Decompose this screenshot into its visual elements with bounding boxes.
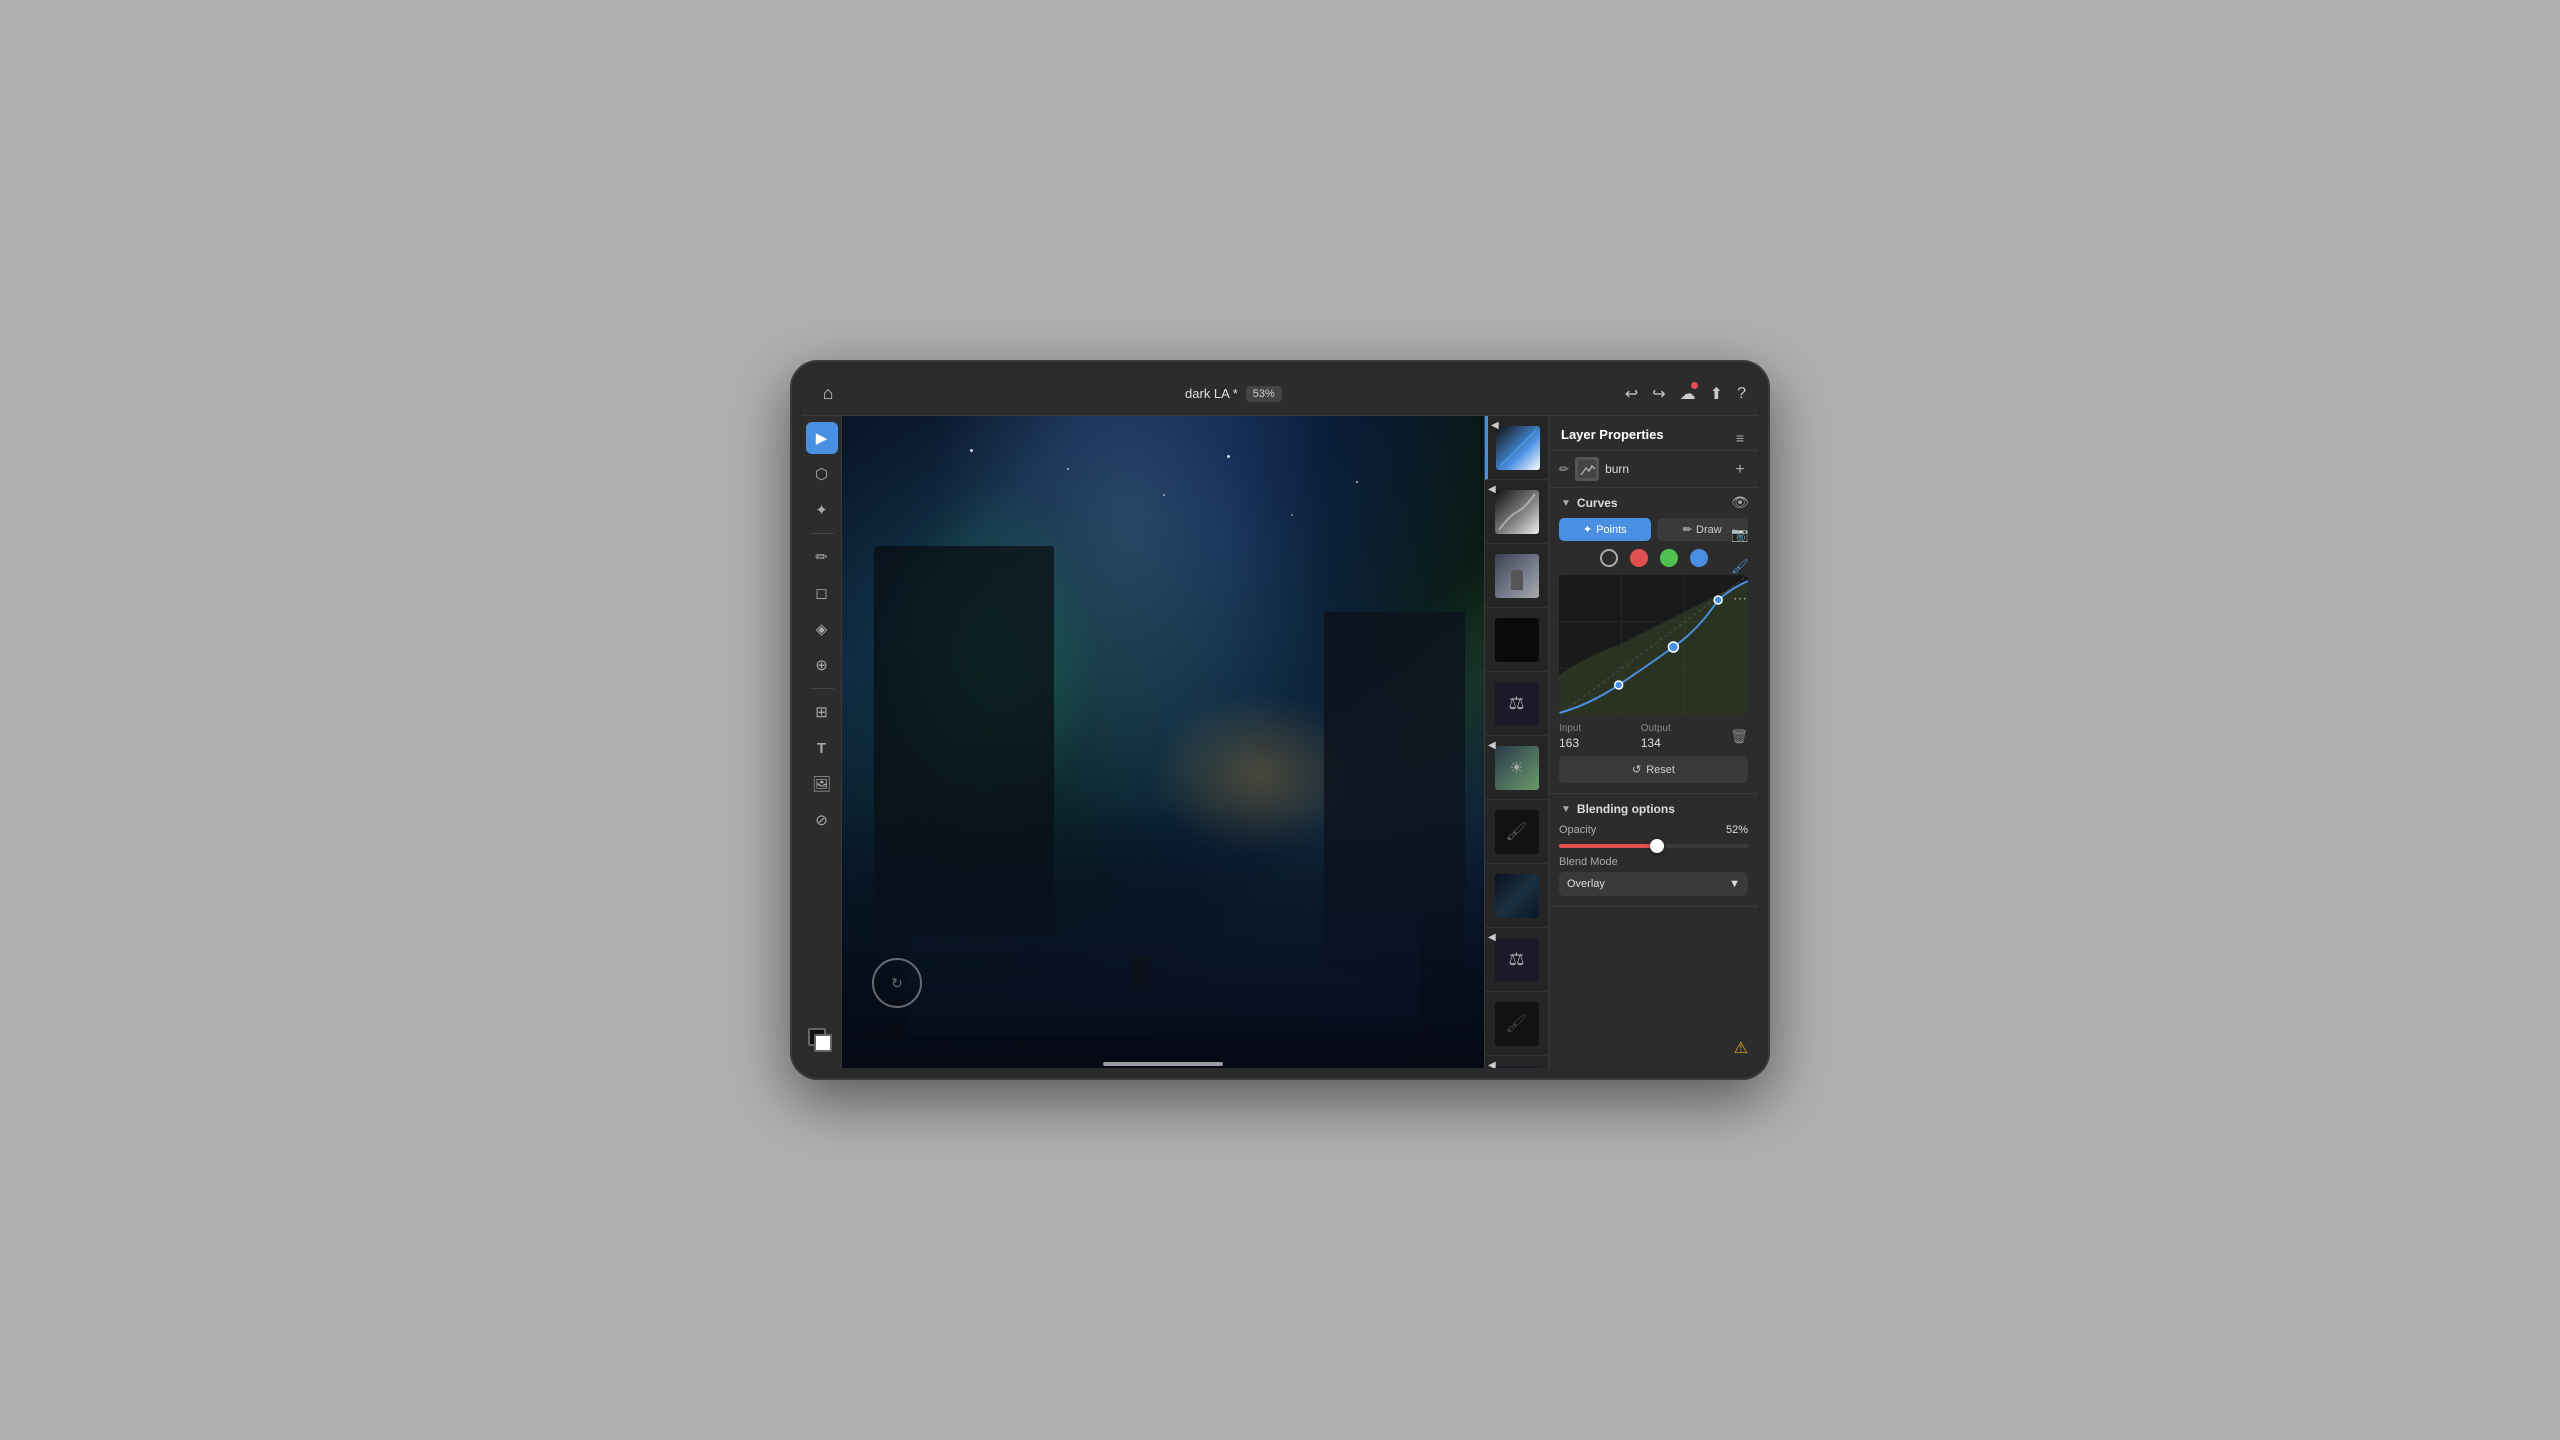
canvas-image (842, 416, 1484, 1068)
photo-btn[interactable]: 📷 (1726, 520, 1754, 548)
reset-icon: ↺ (1632, 763, 1641, 776)
layer-thumb-8[interactable] (1485, 864, 1548, 928)
layer-thumb-10[interactable]: 🖌 (1485, 992, 1548, 1056)
layer-thumb-7[interactable]: 🖌 (1485, 800, 1548, 864)
blend-section-content: Opacity 52% Blend Mode Overla (1549, 824, 1758, 906)
layer-thumb-3[interactable] (1485, 544, 1548, 608)
tool-image[interactable]: 🖼 (806, 768, 838, 800)
channel-green[interactable] (1660, 549, 1678, 567)
input-output-row: Input 163 Output 134 🗑 (1559, 723, 1748, 750)
tool-lasso[interactable]: ⬡ (806, 458, 838, 490)
help-button[interactable]: ? (1737, 385, 1746, 403)
notification-button[interactable]: ☁ (1680, 384, 1696, 404)
blending-section: ▼ Blending options Opacity 52% (1549, 794, 1758, 907)
curves-mode-buttons: ✦ Points ✏ Draw (1559, 518, 1748, 541)
blending-section-header[interactable]: ▼ Blending options (1549, 794, 1758, 824)
panel-title: Layer Properties (1561, 427, 1664, 442)
top-bar: ⌂ dark LA * 53% ↩ ↪ ☁ ⬆ ? (802, 372, 1758, 416)
layers-icon-btn[interactable]: ≡ (1726, 424, 1754, 452)
layer-thumb-11[interactable]: ◀ ☀ (1485, 1056, 1548, 1068)
layer-thumb-1[interactable]: ◀ (1485, 416, 1548, 480)
eye-btn[interactable]: 👁 (1726, 488, 1754, 516)
undo-button[interactable]: ↩ (1625, 384, 1638, 404)
layer-thumb-9[interactable]: ◀ ⚖ (1485, 928, 1548, 992)
tablet-frame: ⌂ dark LA * 53% ↩ ↪ ☁ ⬆ ? ▶ ⬡ ✦ ✏ (790, 360, 1770, 1080)
top-bar-center: dark LA * 53% (1185, 386, 1282, 402)
panel-side-icons: ≡ + 👁 📷 🖌 ⋯ (1722, 416, 1758, 620)
redo-button[interactable]: ↪ (1652, 384, 1665, 404)
curves-points-btn[interactable]: ✦ Points (1559, 518, 1651, 541)
opacity-row: Opacity 52% (1559, 824, 1748, 836)
tool-text[interactable]: T (806, 732, 838, 764)
paint-btn[interactable]: 🖌 (1726, 552, 1754, 580)
opacity-value: 52% (1726, 824, 1748, 836)
color-swatches[interactable] (806, 1026, 838, 1058)
layer-thumbnails: ◀ ◀ (1484, 416, 1548, 1068)
layer-thumb-2[interactable]: ◀ (1485, 480, 1548, 544)
blend-mode-select[interactable]: Overlay ▼ (1559, 872, 1748, 896)
curves-title: ▼ Curves (1561, 496, 1618, 510)
blend-mode-arrow: ▼ (1729, 878, 1740, 890)
delete-point-btn[interactable]: 🗑 (1730, 728, 1748, 745)
toolbar-divider (810, 533, 834, 534)
output-value: 134 (1641, 736, 1671, 750)
input-group: Input 163 (1559, 723, 1581, 750)
add-layer-btn[interactable]: + (1726, 456, 1754, 484)
tool-magic-wand[interactable]: ✦ (806, 494, 838, 526)
main-content: ▶ ⬡ ✦ ✏ ◻ ◈ ⊕ ⊞ T 🖼 ⊘ (802, 416, 1758, 1068)
opacity-slider[interactable] (1559, 844, 1748, 848)
channel-blue[interactable] (1690, 549, 1708, 567)
more-btn[interactable]: ⋯ (1726, 584, 1754, 612)
input-label: Input (1559, 723, 1581, 734)
opacity-thumb[interactable] (1650, 839, 1664, 853)
curves-graph[interactable] (1559, 575, 1748, 715)
layer-icon (1575, 457, 1599, 481)
channel-white[interactable] (1600, 549, 1618, 567)
zoom-level[interactable]: 53% (1246, 386, 1282, 402)
output-label: Output (1641, 723, 1671, 734)
canvas-scroll (842, 1060, 1484, 1068)
tool-brush[interactable]: ✏ (806, 541, 838, 573)
draw-icon: ✏ (1683, 523, 1692, 536)
layer-mask-icon: ✏ (1559, 462, 1569, 476)
top-bar-right: ↩ ↪ ☁ ⬆ ? (1625, 384, 1746, 404)
layer-thumb-6[interactable]: ◀ ☀ (1485, 736, 1548, 800)
curves-collapse-arrow: ▼ (1561, 498, 1571, 509)
blend-mode-row: Blend Mode Overlay ▼ (1559, 856, 1748, 896)
output-group: Output 134 (1641, 723, 1671, 750)
rotation-handle[interactable]: ↻ (872, 958, 922, 1008)
tool-fill[interactable]: ◈ (806, 613, 838, 645)
tool-crop[interactable]: ⊞ (806, 696, 838, 728)
curves-reset-btn[interactable]: ↺ Reset (1559, 756, 1748, 783)
blend-mode-value: Overlay (1567, 878, 1605, 890)
home-button[interactable]: ⌂ (814, 380, 842, 408)
warning-icon[interactable]: ⚠ (1734, 1038, 1748, 1058)
tablet-screen: ⌂ dark LA * 53% ↩ ↪ ☁ ⬆ ? ▶ ⬡ ✦ ✏ (802, 372, 1758, 1068)
tool-eyedropper[interactable]: ⊘ (806, 804, 838, 836)
channel-dots (1559, 549, 1748, 567)
document-title: dark LA * (1185, 386, 1238, 401)
blend-mode-label: Blend Mode (1559, 856, 1748, 868)
tool-select[interactable]: ▶ (806, 422, 838, 454)
toolbar-divider-2 (810, 688, 834, 689)
input-value: 163 (1559, 736, 1581, 750)
warning-row: ⚠ (1549, 907, 1758, 923)
scroll-bar[interactable] (1103, 1062, 1223, 1066)
share-button[interactable]: ⬆ (1710, 384, 1723, 404)
opacity-label: Opacity (1559, 824, 1596, 836)
right-panel: ≡ + 👁 📷 🖌 ⋯ Layer Properties ✏ (1548, 416, 1758, 1068)
layer-thumb-5[interactable]: ⚖ (1485, 672, 1548, 736)
points-icon: ✦ (1583, 523, 1592, 536)
tool-eraser[interactable]: ◻ (806, 577, 838, 609)
layer-name[interactable]: burn (1605, 462, 1629, 476)
blending-collapse-arrow: ▼ (1561, 804, 1571, 815)
canvas-area[interactable]: ↻ (842, 416, 1484, 1068)
left-toolbar: ▶ ⬡ ✦ ✏ ◻ ◈ ⊕ ⊞ T 🖼 ⊘ (802, 416, 842, 1068)
tool-clone[interactable]: ⊕ (806, 649, 838, 681)
blending-title: ▼ Blending options (1561, 802, 1675, 816)
layer-thumb-4[interactable] (1485, 608, 1548, 672)
opacity-slider-wrap[interactable] (1559, 844, 1748, 848)
channel-red[interactable] (1630, 549, 1648, 567)
